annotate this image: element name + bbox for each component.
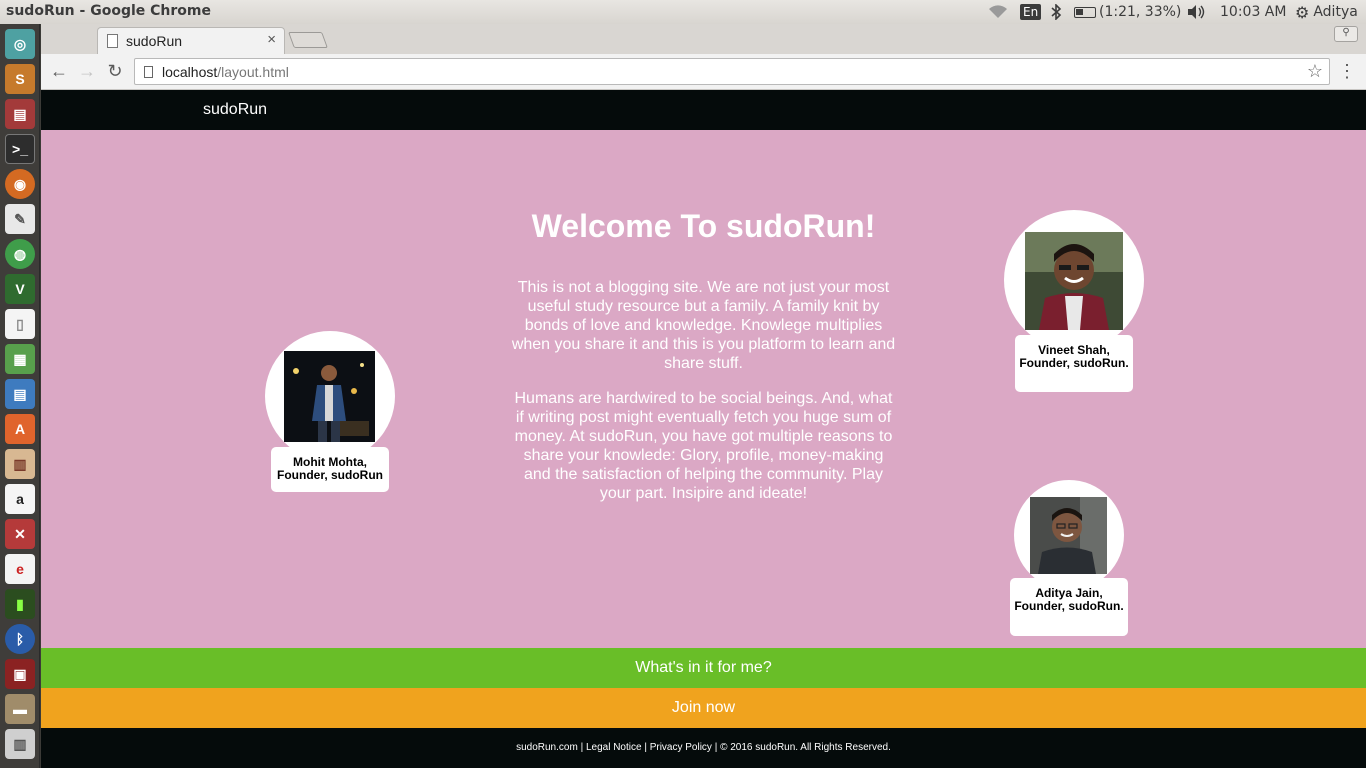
sublime-text-icon[interactable]: S (5, 64, 35, 94)
intro-paragraph: This is not a blogging site. We are not … (511, 279, 896, 372)
bluetooth-app-icon[interactable]: ᛒ (5, 624, 35, 654)
hero-title: Welcome To sudoRun! (531, 208, 876, 244)
document-icon[interactable]: ▯ (5, 309, 35, 339)
input-method-label: En (1020, 4, 1042, 20)
chrome-icon[interactable]: ◍ (5, 239, 35, 269)
presentation-icon[interactable]: ▥ (5, 449, 35, 479)
user-menu[interactable]: ⚙ Aditya (1295, 0, 1358, 24)
site-footer: sudoRun.com | Legal Notice | Privacy Pol… (41, 728, 1366, 768)
founder-avatar-mohit (265, 331, 395, 461)
wifi-icon[interactable] (987, 0, 1009, 24)
new-tab-button[interactable] (288, 32, 328, 48)
close-icon[interactable]: × (267, 31, 276, 48)
files-icon[interactable]: ▤ (5, 99, 35, 129)
launcher: ◎ S ▤ >_ ◉ ✎ ◍ V ▯ ▦ ▤ A ▥ a ✕ e ▮ ᛒ ▣ ▬… (0, 24, 40, 768)
reload-icon[interactable]: ↻ (103, 60, 127, 84)
mission-paragraph: Humans are hardwired to be social beings… (514, 390, 893, 502)
founder-avatar-vineet (1004, 210, 1144, 350)
bookmark-star-icon[interactable]: ☆ (1307, 61, 1323, 82)
founder-photo-mohit (284, 351, 375, 442)
url-path: /layout.html (217, 64, 289, 80)
window-title: sudoRun - Google Chrome (6, 3, 211, 19)
firefox-icon[interactable]: ◉ (5, 169, 35, 199)
site-brand-link[interactable]: sudoRun (203, 101, 267, 119)
url-text: localhost/layout.html (162, 64, 289, 80)
page-icon (107, 34, 118, 48)
url-host: localhost (162, 64, 218, 80)
clock-text: 10:03 AM (1220, 4, 1287, 20)
address-bar[interactable]: localhost/layout.html ☆ (134, 58, 1330, 85)
browser-menu-icon[interactable]: ⋮ (1338, 60, 1356, 82)
back-arrow-icon[interactable]: ← (47, 60, 71, 84)
keyboard-layout-indicator[interactable]: En (1020, 0, 1042, 24)
battery-indicator[interactable]: (1:21, 33%) (1074, 0, 1181, 24)
trash-icon[interactable]: ▥ (5, 729, 35, 759)
terminal-icon[interactable]: >_ (5, 134, 35, 164)
writer-icon[interactable]: ▤ (5, 379, 35, 409)
battery-text: (1:21, 33%) (1099, 4, 1182, 20)
gear-icon: ⚙ (1295, 2, 1310, 22)
web-page: sudoRun Welcome To sudoRun! This is not … (41, 90, 1366, 768)
forward-arrow-icon[interactable]: → (75, 60, 99, 84)
workspace-icon[interactable]: ▣ (5, 659, 35, 689)
founder-photo-vineet (1025, 232, 1123, 330)
settings-icon[interactable]: ✕ (5, 519, 35, 549)
join-now-button[interactable]: Join now (41, 688, 1366, 728)
founder-caption-mohit: Mohit Mohta, Founder, sudoRun (271, 447, 389, 492)
user-name: Aditya (1313, 4, 1358, 20)
clock[interactable]: 10:03 AM (1220, 0, 1286, 24)
spreadsheet-icon[interactable]: ▦ (5, 344, 35, 374)
founder-photo-aditya (1030, 497, 1107, 574)
tab-sudorun[interactable]: sudoRun × (97, 27, 285, 54)
founder-caption-aditya: Aditya Jain, Founder, sudoRun. (1010, 578, 1128, 636)
drive-icon[interactable]: ▬ (5, 694, 35, 724)
founder-caption-vineet: Vineet Shah, Founder, sudoRun. (1015, 335, 1133, 392)
volume-icon[interactable] (1186, 0, 1206, 24)
founder-avatar-aditya (1014, 480, 1124, 590)
tab-strip: sudoRun × ⚲ (41, 24, 1366, 54)
battery-icon (1074, 6, 1096, 18)
whats-in-it-button[interactable]: What's in it for me? (41, 648, 1366, 688)
system-top-panel: sudoRun - Google Chrome En (1:21, 33%) 1… (0, 0, 1366, 24)
text-editor-icon[interactable]: ✎ (5, 204, 35, 234)
amazon-icon[interactable]: a (5, 484, 35, 514)
battery-app-icon[interactable]: ▮ (5, 589, 35, 619)
bluetooth-icon[interactable] (1050, 0, 1062, 24)
tab-title: sudoRun (126, 33, 183, 49)
profile-icon[interactable]: ⚲ (1334, 26, 1358, 42)
page-icon (144, 66, 153, 78)
viewer-icon[interactable]: e (5, 554, 35, 584)
site-navbar: sudoRun (41, 90, 1366, 130)
browser-toolbar: ← → ↻ localhost/layout.html ☆ ⋮ (41, 54, 1366, 90)
software-center-icon[interactable]: A (5, 414, 35, 444)
vim-icon[interactable]: V (5, 274, 35, 304)
dash-icon[interactable]: ◎ (5, 29, 35, 59)
